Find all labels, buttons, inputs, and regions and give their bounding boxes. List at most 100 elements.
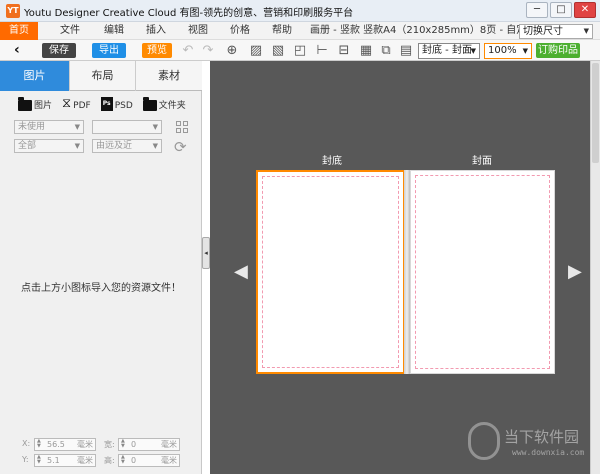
position-size-fields: X: ▲ ▼ 56.5 毫米 宽: ▲ ▼ 0 毫米 Y: ▲ ▼ 5.1 毫米 高:…	[22, 437, 192, 469]
group-icon[interactable]: ▦	[358, 43, 374, 58]
close-button[interactable]: ✕	[574, 2, 596, 18]
back-cover-page[interactable]	[256, 170, 405, 374]
stepper-arrows-icon[interactable]: ▲ ▼	[37, 455, 41, 465]
undo-icon[interactable]: ↶	[180, 43, 196, 58]
w-value: 0	[131, 440, 137, 449]
h-label: 高:	[104, 456, 115, 465]
window-title: Youtu Designer Creative Cloud 有图-领先的创意、营…	[24, 8, 354, 19]
scrollbar-thumb[interactable]	[592, 63, 599, 163]
replace-image-icon[interactable]: ▧	[270, 43, 286, 58]
menu-file[interactable]: 文件	[52, 22, 88, 40]
watermark-text: 当下软件园	[504, 428, 580, 446]
chevron-down-icon: ▼	[152, 142, 158, 150]
menu-edit[interactable]: 编辑	[96, 22, 132, 40]
page-view-icon[interactable]: ▤	[398, 43, 414, 58]
stepper-arrows-icon[interactable]: ▲ ▼	[37, 439, 41, 449]
y-value: 5.1	[47, 456, 60, 465]
psd-icon: Ps	[100, 97, 113, 111]
align-left-icon[interactable]: ⊢	[314, 43, 330, 58]
app-logo-icon: YT	[6, 4, 20, 18]
folder-icon	[142, 97, 157, 111]
layers-icon[interactable]: ⧉	[378, 43, 394, 58]
coord-row-y-h: Y: ▲ ▼ 5.1 毫米 高: ▲ ▼ 0 毫米	[22, 453, 192, 469]
import-resources: 图片 ⧖ PDF Ps PSD 文件夹	[18, 97, 186, 111]
export-button[interactable]: 导出	[92, 43, 126, 58]
order-print-button[interactable]: 订购印品	[536, 43, 580, 58]
scope-filter-value: 全部	[18, 141, 37, 151]
redo-icon[interactable]: ↷	[200, 43, 216, 58]
usage-filter-select[interactable]: 未使用 ▼	[14, 120, 84, 134]
import-psd[interactable]: Ps PSD	[100, 97, 133, 111]
distribute-icon[interactable]: ⊟	[336, 43, 352, 58]
zoom-value: 100%	[488, 45, 517, 56]
preview-button[interactable]: 预览	[142, 43, 172, 58]
menu-price[interactable]: 价格	[222, 22, 258, 40]
import-psd-label: PSD	[114, 101, 133, 111]
front-cover-page[interactable]	[410, 170, 555, 374]
next-page-arrow-icon[interactable]: ▶	[568, 262, 582, 282]
stepper-arrows-icon[interactable]: ▲ ▼	[121, 455, 125, 465]
menu-home[interactable]: 首页	[0, 22, 38, 40]
panel-collapse-handle[interactable]: ◂	[202, 237, 210, 269]
previous-page-arrow-icon[interactable]: ◀	[234, 262, 248, 282]
import-pdf[interactable]: ⧖ PDF	[62, 96, 91, 112]
back-cover-label: 封底	[322, 156, 342, 167]
stepper-arrows-icon[interactable]: ▲ ▼	[121, 439, 125, 449]
watermark-logo-icon	[468, 422, 500, 460]
sort-select[interactable]: 由远及近 ▼	[92, 139, 162, 153]
grid-view-icon[interactable]	[176, 121, 188, 133]
scope-filter-select[interactable]: 全部 ▼	[14, 139, 84, 153]
product-info: 画册 - 竖款 竖款A4（210x285mm）8页 - 自定义	[310, 25, 537, 36]
vertical-scrollbar[interactable]	[590, 61, 600, 474]
import-pdf-label: PDF	[73, 101, 91, 111]
menu-help[interactable]: 帮助	[264, 22, 300, 40]
bleed-guide	[415, 175, 550, 369]
import-images-label: 图片	[34, 101, 53, 111]
secondary-filter-select[interactable]: ▼	[92, 120, 162, 134]
page-select[interactable]: 封底 - 封面 ▼	[418, 43, 480, 59]
w-label: 宽:	[104, 440, 115, 449]
height-stepper[interactable]: ▲ ▼ 0 毫米	[118, 454, 180, 467]
tab-images[interactable]: 图片	[0, 61, 70, 91]
edit-image-icon[interactable]: ▨	[248, 43, 264, 58]
refresh-icon[interactable]: ⟳	[174, 140, 187, 155]
import-images[interactable]: 图片	[18, 97, 52, 111]
coord-row-x-w: X: ▲ ▼ 56.5 毫米 宽: ▲ ▼ 0 毫米	[22, 437, 192, 453]
y-stepper[interactable]: ▲ ▼ 5.1 毫米	[34, 454, 96, 467]
save-button[interactable]: 保存	[42, 43, 76, 58]
sort-value: 由远及近	[96, 141, 133, 151]
menu-view[interactable]: 视图	[180, 22, 216, 40]
chevron-down-icon: ▼	[74, 123, 80, 131]
h-value: 0	[131, 456, 137, 465]
y-unit: 毫米	[77, 456, 93, 465]
back-icon[interactable]: ‹	[14, 42, 20, 58]
import-folder[interactable]: 文件夹	[142, 97, 186, 111]
switch-size-select[interactable]: 切换尺寸 ▼	[519, 24, 593, 39]
width-stepper[interactable]: ▲ ▼ 0 毫米	[118, 438, 180, 451]
chevron-down-icon: ▼	[152, 123, 158, 131]
window-controls: ─ □ ✕	[526, 2, 596, 18]
chevron-down-icon: ▼	[470, 47, 476, 55]
empty-hint: 点击上方小图标导入您的资源文件！	[21, 283, 181, 294]
maximize-button[interactable]: □	[550, 2, 572, 18]
panel-tabs: 图片 布局 素材	[0, 61, 202, 91]
minimize-button[interactable]: ─	[526, 2, 548, 18]
w-unit: 毫米	[161, 440, 177, 449]
tab-materials[interactable]: 素材	[136, 61, 202, 91]
crop-icon[interactable]: ◰	[292, 43, 308, 58]
front-cover-label: 封面	[472, 156, 492, 167]
x-value: 56.5	[47, 440, 65, 449]
pdf-icon: ⧖	[62, 96, 72, 111]
zoom-select[interactable]: 100% ▼	[484, 43, 532, 59]
switch-size-label: 切换尺寸	[523, 26, 563, 37]
usage-filter-value: 未使用	[18, 122, 46, 132]
y-label: Y:	[22, 455, 29, 464]
title-bar: YT Youtu Designer Creative Cloud 有图-领先的创…	[0, 0, 600, 22]
x-stepper[interactable]: ▲ ▼ 56.5 毫米	[34, 438, 96, 451]
zoom-fit-icon[interactable]: ⊕	[224, 43, 240, 58]
menu-insert[interactable]: 插入	[138, 22, 174, 40]
tab-layout[interactable]: 布局	[70, 61, 136, 91]
x-label: X:	[22, 439, 31, 448]
chevron-down-icon: ▼	[522, 47, 528, 55]
x-unit: 毫米	[77, 440, 93, 449]
